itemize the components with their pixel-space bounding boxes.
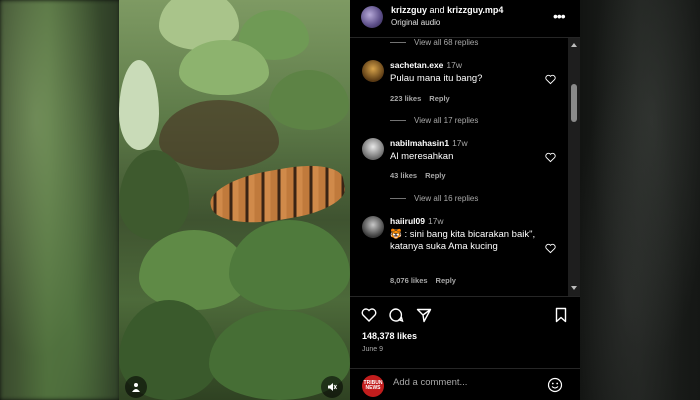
- blurred-backdrop-right: [580, 0, 700, 400]
- comment-text: Pulau mana itu bang?: [390, 73, 483, 84]
- heart-icon[interactable]: [545, 74, 556, 85]
- author-avatar[interactable]: [361, 6, 383, 28]
- comment-text: 🐯 : sini bang kita bicarakan baik", kata…: [390, 229, 536, 252]
- comment-age: 17w: [446, 60, 462, 70]
- add-comment-input[interactable]: [393, 377, 533, 388]
- heart-icon[interactable]: [545, 243, 556, 254]
- reply-button[interactable]: Reply: [436, 276, 456, 285]
- scrollbar-thumb[interactable]: [571, 84, 577, 122]
- post-date: June 9: [362, 346, 384, 353]
- username-text[interactable]: nabilmahasin1: [390, 138, 449, 148]
- comment-username[interactable]: haiirul09 17w: [390, 216, 444, 226]
- authors-connector: and: [429, 5, 445, 15]
- comment-meta: 8,076 likes Reply: [390, 276, 456, 285]
- viewer-avatar: TRIBUN NEWS: [362, 375, 384, 397]
- post-actions: 148,378 likes June 9: [350, 296, 580, 358]
- comment-likes[interactable]: 8,076 likes: [390, 276, 428, 285]
- coauthor-username[interactable]: krizzguy.mp4: [447, 5, 503, 15]
- comment-likes[interactable]: 43 likes: [390, 171, 417, 180]
- author-username[interactable]: krizzguy: [391, 5, 427, 15]
- scroll-down-icon[interactable]: [571, 286, 577, 290]
- heart-icon[interactable]: [545, 152, 556, 163]
- view-replies-link[interactable]: View all 68 replies: [390, 38, 478, 47]
- audio-label[interactable]: Original audio: [391, 18, 440, 27]
- video-player[interactable]: [119, 0, 350, 400]
- view-replies-link[interactable]: View all 16 replies: [390, 194, 478, 203]
- likes-count[interactable]: 148,378 likes: [362, 331, 417, 341]
- commenter-avatar[interactable]: [362, 216, 384, 238]
- comment-meta: 223 likes Reply: [390, 94, 450, 103]
- reply-button[interactable]: Reply: [425, 171, 445, 180]
- view-replies-link[interactable]: View all 17 replies: [390, 116, 478, 125]
- comment-username[interactable]: sachetan.exe 17w: [390, 60, 462, 70]
- comments-list[interactable]: View all 68 replies sachetan.exe 17w Pula…: [350, 38, 570, 296]
- comment-icon[interactable]: [388, 307, 404, 323]
- commenter-avatar[interactable]: [362, 138, 384, 160]
- post-header: krizzguy and krizzguy.mp4 Original audio…: [350, 0, 580, 38]
- comments-scrollbar[interactable]: [568, 38, 580, 296]
- more-icon[interactable]: •••: [553, 8, 566, 24]
- comment-meta: 43 likes Reply: [390, 171, 446, 180]
- post-panel: krizzguy and krizzguy.mp4 Original audio…: [350, 0, 580, 400]
- bookmark-icon[interactable]: [553, 307, 569, 323]
- screen: krizzguy and krizzguy.mp4 Original audio…: [0, 0, 700, 400]
- add-comment-bar: TRIBUN NEWS: [350, 368, 580, 400]
- username-text[interactable]: sachetan.exe: [390, 60, 443, 70]
- comment-username[interactable]: nabilmahasin1 17w: [390, 138, 468, 148]
- commenter-avatar[interactable]: [362, 60, 384, 82]
- post-authors: krizzguy and krizzguy.mp4: [391, 5, 503, 15]
- user-icon[interactable]: [125, 376, 147, 398]
- emoji-icon[interactable]: [547, 377, 563, 393]
- reply-button[interactable]: Reply: [429, 94, 449, 103]
- comment-text: Al meresahkan: [390, 151, 454, 162]
- comment-age: 17w: [452, 138, 468, 148]
- blurred-backdrop-left: [0, 0, 120, 400]
- scroll-up-icon[interactable]: [571, 43, 577, 47]
- username-text[interactable]: haiirul09: [390, 216, 425, 226]
- heart-icon[interactable]: [361, 307, 377, 323]
- mute-icon[interactable]: [321, 376, 343, 398]
- comment-age: 17w: [427, 216, 444, 226]
- share-icon[interactable]: [416, 307, 432, 323]
- comment-likes[interactable]: 223 likes: [390, 94, 421, 103]
